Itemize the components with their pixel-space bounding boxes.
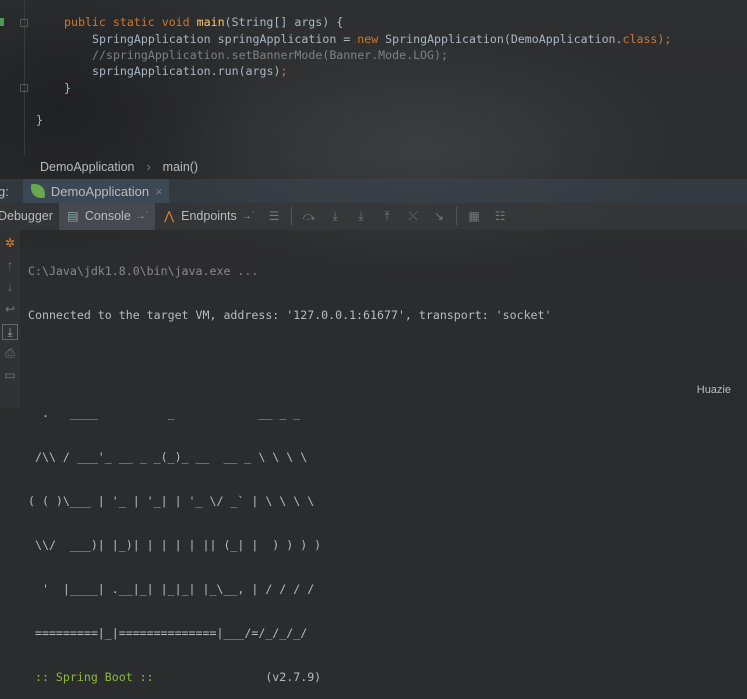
code-line: springApplication.run(args); xyxy=(92,63,287,79)
method-name: main xyxy=(196,15,225,29)
console-output[interactable]: C:\Java\jdk1.8.0\bin\java.exe ... Connec… xyxy=(28,235,552,699)
tab-endpoints[interactable]: ⋀ Endpoints →˙ xyxy=(155,203,261,230)
run-tab-demoapplication[interactable]: DemoApplication × xyxy=(22,179,169,203)
banner-line: =========|_|==============|___/=/_/_/_/ xyxy=(28,626,308,640)
pin-icon[interactable]: →˙ xyxy=(242,211,255,222)
tab-label: Endpoints xyxy=(181,209,237,223)
tool-window-label: g: xyxy=(0,183,9,199)
breadcrumb-item[interactable]: main() xyxy=(163,160,198,174)
code-line: } xyxy=(64,81,71,95)
console-line: C:\Java\jdk1.8.0\bin\java.exe ... xyxy=(28,264,259,278)
evaluate-icon[interactable]: ▦ xyxy=(466,208,482,224)
show-execution-point-icon[interactable]: ⤼ xyxy=(301,208,317,224)
down-arrow-icon[interactable]: ↓ xyxy=(2,280,18,296)
banner-line: ' |____| .__|_| |_|_| |_\__, | / / / / xyxy=(28,582,315,596)
watermark: Huazie xyxy=(696,384,731,396)
step-over-icon[interactable]: ⤓ xyxy=(327,208,343,224)
code-text: (String[] args) { xyxy=(224,15,344,29)
console-side-toolbar: ✲ ↑ ↓ ↩ ⤓ ⎙ ▭ xyxy=(0,230,20,408)
keyword: class xyxy=(622,32,658,46)
pin-icon[interactable]: →˙ xyxy=(136,211,149,222)
run-gutter-icon[interactable] xyxy=(0,18,4,26)
trace-icon[interactable]: ☷ xyxy=(492,208,508,224)
soft-wrap-icon[interactable]: ↩ xyxy=(2,302,18,318)
fold-icon[interactable] xyxy=(20,19,28,27)
code-text: springApplication.run(args) xyxy=(92,64,281,78)
divider xyxy=(291,207,293,225)
endpoints-icon: ⋀ xyxy=(164,209,175,223)
print-icon[interactable]: ⎙ xyxy=(2,346,18,362)
debug-tool-window-header: g: DemoApplication × xyxy=(0,179,747,203)
code-comment: //springApplication.setBannerMode(Banner… xyxy=(92,48,448,62)
debug-toolbar: Debugger ▤ Console →˙ ⋀ Endpoints →˙ ☰ ⤼ ⤓ ⤓… xyxy=(0,202,747,230)
divider xyxy=(456,207,458,225)
restart-icon[interactable]: ✲ xyxy=(2,236,18,252)
breadcrumb-separator: › xyxy=(146,160,151,174)
drop-frame-icon[interactable]: ⤬ xyxy=(405,208,421,224)
spring-boot-icon xyxy=(30,184,45,198)
code-editor[interactable]: public static void main(String[] args) {… xyxy=(0,0,747,155)
code-text: SpringApplication(DemoApplication. xyxy=(378,32,623,46)
banner-line: /\\ / ___'_ __ _ _(_)_ __ __ _ \ \ \ \ xyxy=(28,450,308,464)
banner-line: \\/ ___)| |_)| | | | | || (_| | ) ) ) ) xyxy=(28,538,322,552)
run-to-cursor-icon[interactable]: ↘ xyxy=(431,208,447,224)
step-out-icon[interactable]: ⤒ xyxy=(379,208,395,224)
tab-label: Console xyxy=(84,209,131,223)
tab-console[interactable]: ▤ Console →˙ xyxy=(58,202,156,230)
fold-icon[interactable] xyxy=(20,84,28,92)
console-line: Connected to the target VM, address: '12… xyxy=(28,308,552,322)
tab-debugger[interactable]: Debugger xyxy=(0,203,59,230)
run-tab-label: DemoApplication xyxy=(50,183,150,199)
close-icon[interactable]: × xyxy=(155,184,163,199)
keyword: new xyxy=(357,32,379,46)
console-icon: ▤ xyxy=(67,209,79,223)
code-text: SpringApplication springApplication = xyxy=(92,32,358,46)
code-text: ; xyxy=(280,64,288,78)
banner-line: ( ( )\___ | '_ | '_| | '_ \/ _` | \ \ \ … xyxy=(28,494,315,508)
breadcrumb: DemoApplication › main() xyxy=(0,155,747,179)
code-line: SpringApplication springApplication = ne… xyxy=(92,31,671,47)
menu-icon[interactable]: ☰ xyxy=(266,208,282,224)
scroll-to-end-icon[interactable]: ⤓ xyxy=(2,324,18,340)
banner-line: . ____ _ __ _ _ xyxy=(28,406,301,420)
code-line: } xyxy=(36,113,43,127)
banner-line: :: Spring Boot :: (v2.7.9) xyxy=(28,669,552,685)
code-line: public static void main(String[] args) { xyxy=(64,14,343,30)
up-arrow-icon[interactable]: ↑ xyxy=(2,258,18,274)
breadcrumb-item[interactable]: DemoApplication xyxy=(40,160,135,174)
spring-boot-version: (v2.7.9) xyxy=(160,670,322,684)
code-text: ); xyxy=(657,32,672,46)
keyword: public static void xyxy=(64,15,197,29)
trash-icon[interactable]: ▭ xyxy=(2,368,18,384)
spring-boot-label: :: Spring Boot :: xyxy=(28,670,161,684)
step-into-icon[interactable]: ⤓ xyxy=(353,208,369,224)
